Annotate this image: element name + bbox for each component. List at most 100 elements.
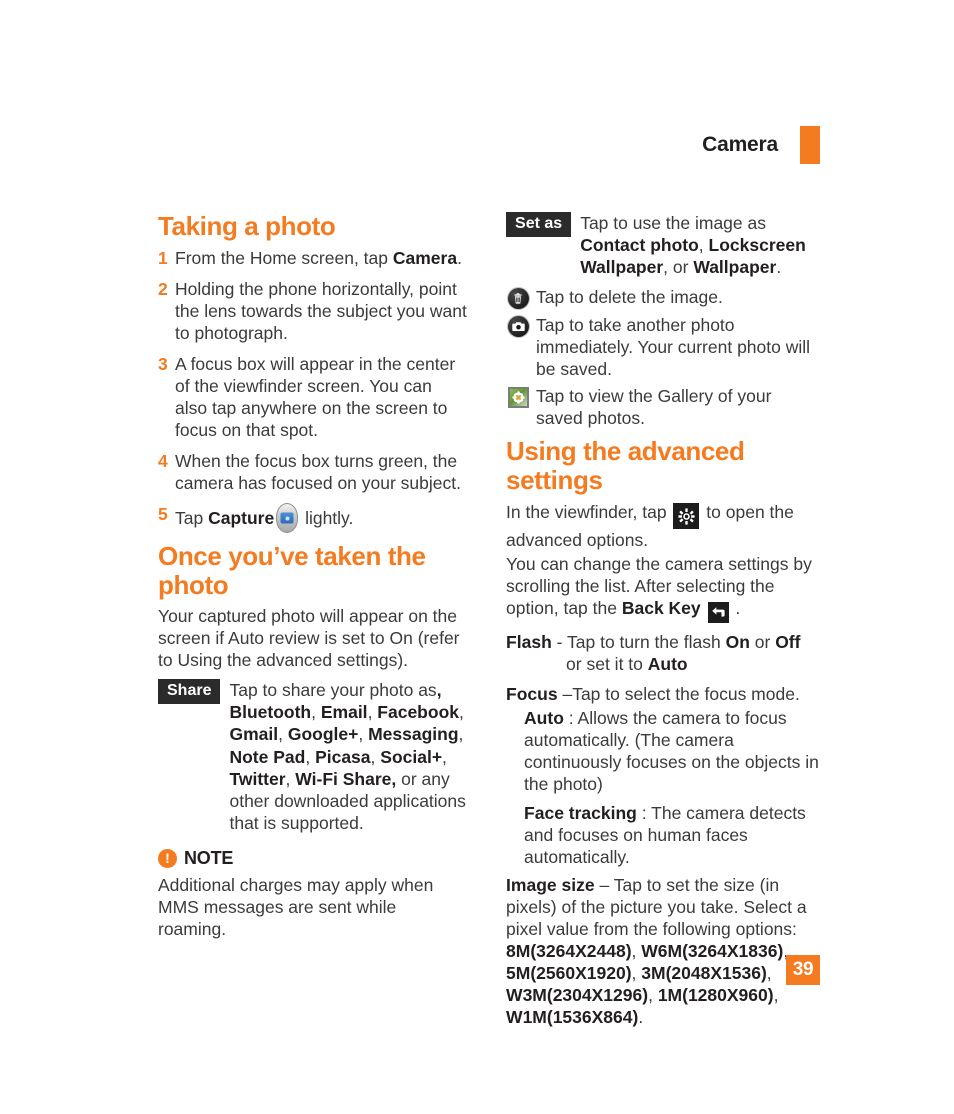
note-label: NOTE [184,847,234,868]
share-app-gmail: Gmail [229,724,279,745]
camera-icon-slot [506,316,530,338]
focus-text: –Tap to select the focus mode. [557,684,800,705]
image-size-option-w3m: W3M(2304X1296) [506,984,649,1005]
camera-icon[interactable] [507,316,529,338]
set-as-contact-photo: Contact photo [580,235,699,256]
focus-face-tracking-item: Face tracking : The camera detects and f… [506,802,820,868]
heading-advanced-settings: Using the advanced settings [506,436,745,495]
step-text-suffix: lightly. [300,508,354,529]
set-as-option-row: Set as Tap to use the image as Contact p… [506,212,820,278]
note-title-row: ! NOTE [158,848,468,869]
viewfinder-paragraph: In the viewfinder, tap to open the advan… [506,501,820,552]
image-size-label: Image size [506,874,595,895]
gear-icon[interactable] [673,503,700,530]
share-description: Tap to share your photo as, Bluetooth, E… [229,680,466,833]
change-settings-text-2: . [730,598,741,619]
heading-once-taken: Once you’ve taken the photo [158,541,426,600]
step-text: From the Home screen, tap Camera. [175,247,468,269]
set-as-end: . [776,257,782,278]
header-title: Camera [702,133,778,156]
captured-photo-paragraph: Your captured photo will appear on the s… [158,606,460,671]
share-chip[interactable]: Share [158,679,221,704]
step-text-bold: Camera [392,247,458,268]
note-block: ! NOTE Additional charges may apply when… [158,848,468,940]
share-app-socialplus: Social+ [380,746,443,767]
set-as-sep-1: , [698,235,709,256]
gallery-icon[interactable] [507,387,529,409]
step-text-bold: Capture [208,508,275,529]
image-size-option-8m: 8M(3264X2448) [506,940,632,961]
take-another-photo-row: Tap to take another photo immediately. Y… [506,314,820,380]
focus-auto-label: Auto [524,708,564,729]
flash-on: On [725,632,750,653]
take-another-photo-text: Tap to take another photo immediately. Y… [536,315,811,380]
trash-icon[interactable] [507,288,529,310]
image-size-option-1m: 1M(1280X960) [657,984,774,1005]
image-size-option-3m: 3M(2048X1536) [641,962,767,983]
set-as-sep-2: , or [663,257,694,278]
share-app-notepad: Note Pad [229,746,306,767]
note-text: Additional charges may apply when MMS me… [158,874,434,939]
left-column: Taking a photo 1 From the Home screen, t… [158,212,468,1036]
step-item: 2 Holding the phone horizontally, point … [158,278,468,344]
share-app-wifishare: Wi-Fi Share, [295,768,397,789]
page-number-badge: 39 [786,955,820,985]
image-size-setting: Image size – Tap to set the size (in pix… [506,874,807,1027]
flash-or: or [749,632,776,653]
view-gallery-row: Tap to view the Gallery of your saved ph… [506,385,820,429]
header-accent-tab [800,126,820,164]
set-as-wallpaper: Wallpaper [693,257,777,278]
share-app-picasa: Picasa [315,746,371,767]
share-app-twitter: Twitter [229,768,286,789]
step-item: 1 From the Home screen, tap Camera. [158,247,468,269]
set-as-text-1: Tap to use the image as [580,213,766,233]
step-text-suffix: . [457,247,462,268]
step-text-prefix: Tap [175,508,209,529]
step-text-prefix: From the Home screen, tap [175,247,393,268]
set-as-description: Tap to use the image as Contact photo, L… [580,212,820,278]
delete-image-text: Tap to delete the image. [536,287,723,308]
image-size-option-w6m: W6M(3264X1836) [641,940,784,961]
step-number: 4 [158,450,168,471]
focus-label: Focus [506,684,558,705]
step-item: 3 A focus box will appear in the center … [158,353,468,441]
page-columns: Taking a photo 1 From the Home screen, t… [158,212,820,1036]
step-item: 4 When the focus box turns green, the ca… [158,450,468,494]
step-number: 2 [158,278,168,299]
step-text: Tap Capture lightly. [175,503,468,534]
step-number: 1 [158,247,168,268]
focus-auto-text: : Allows the camera to focus automatical… [524,708,819,795]
share-option-row: Share Tap to share your photo as, Blueto… [158,679,468,833]
share-app-email: Email [320,702,368,723]
set-as-chip[interactable]: Set as [506,212,572,237]
taking-photo-step-list: 1 From the Home screen, tap Camera. 2 Ho… [158,247,468,534]
step-text: Holding the phone horizontally, point th… [175,278,467,343]
step-text: When the focus box turns green, the came… [175,450,461,494]
change-settings-paragraph: You can change the camera settings by sc… [506,553,820,624]
focus-face-label: Face tracking [524,802,637,823]
back-key-label: Back Key [621,598,701,619]
share-intro: Tap to share your photo as [229,680,437,701]
share-app-googleplus: Google+ [287,724,359,745]
step-number: 3 [158,353,168,374]
share-app-facebook: Facebook [377,702,459,723]
focus-auto-item: Auto : Allows the camera to focus automa… [506,707,820,795]
focus-setting: Focus –Tap to select the focus mode. [506,683,820,705]
share-app-messaging: Messaging [368,724,459,745]
image-size-option-w1m: W1M(1536X864) [506,1006,639,1027]
gallery-icon-slot [506,387,530,409]
step-text: A focus box will appear in the center of… [175,353,456,440]
exclamation-icon: ! [158,848,177,868]
capture-button-icon[interactable] [276,503,299,534]
delete-image-row: Tap to delete the image. [506,286,820,310]
heading-taking-a-photo: Taking a photo [158,211,336,241]
step-number: 5 [158,504,168,525]
flash-setting: Flash - Tap to turn the flash On or Off … [506,631,820,675]
flash-auto: Auto [647,654,688,675]
right-column: Set as Tap to use the image as Contact p… [506,212,820,1036]
flash-off: Off [775,632,801,653]
image-size-option-5m: 5M(2560X1920) [506,962,632,983]
flash-label: Flash [506,632,552,653]
viewfinder-text-1: In the viewfinder, tap [506,501,672,522]
back-arrow-icon[interactable] [707,602,729,624]
